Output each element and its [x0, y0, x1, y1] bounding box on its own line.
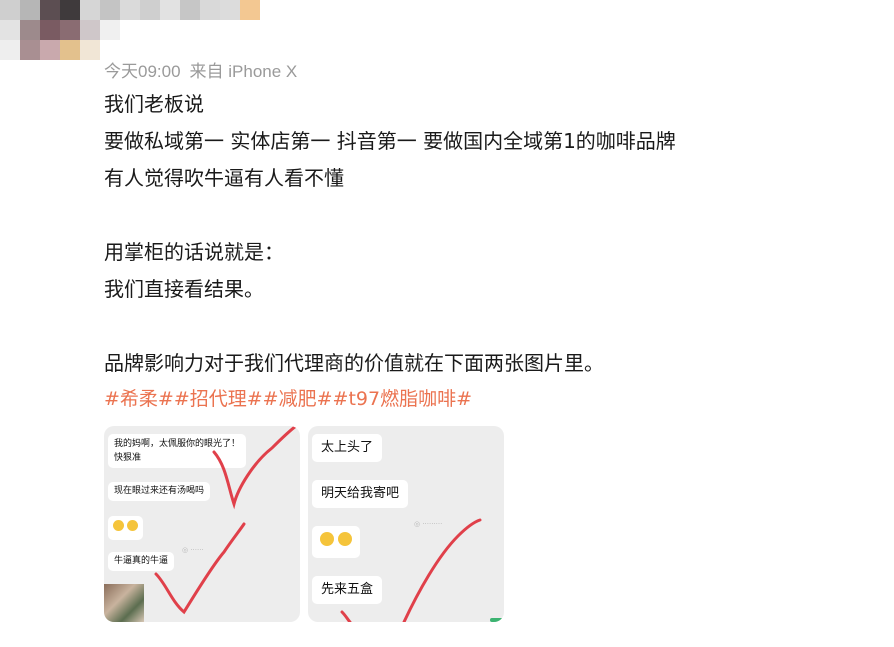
avatar-mosaic-cell — [180, 0, 200, 20]
avatar-mosaic-cell — [60, 40, 80, 60]
avatar-mosaic-cell — [120, 0, 140, 20]
body-line: 用掌柜的话说就是： — [104, 240, 284, 264]
avatar-mosaic-cell — [0, 20, 20, 40]
avatar-mosaic-cell — [240, 0, 260, 20]
red-checkmark-icon — [340, 518, 482, 622]
post-time: 今天09:00 — [104, 62, 181, 81]
body-line: 我们直接看结果。 — [104, 277, 264, 301]
avatar-mosaic-cell — [60, 0, 80, 20]
chat-screenshot-1[interactable]: 我的妈啊，太佩服你的眼光了！ 快狠准 现在眼过来还有汤喝吗 牛逼真的牛逼 ◎ ·… — [104, 426, 300, 622]
body-line: 品牌影响力对于我们代理商的价值就在下面两张图片里。 — [104, 351, 604, 375]
avatar-mosaic-cell — [20, 0, 40, 20]
body-line: 我们老板说 — [104, 92, 204, 116]
image-gallery: 我的妈啊，太佩服你的眼光了！ 快狠准 现在眼过来还有汤喝吗 牛逼真的牛逼 ◎ ·… — [104, 426, 506, 622]
avatar-mosaic-cell — [20, 40, 40, 60]
hashtag-links[interactable]: #希柔##招代理##减肥##t97燃脂咖啡# — [104, 383, 844, 415]
post-body: 我们老板说 要做私域第一 实体店第一 抖音第一 要做国内全域第1的咖啡品牌 有人… — [104, 86, 844, 415]
avatar-mosaic-cell — [60, 20, 80, 40]
avatar-mosaic-cell — [40, 20, 60, 40]
avatar-mosaic-cell — [80, 20, 100, 40]
avatar-mosaic-cell — [140, 0, 160, 20]
avatar-mosaic-cell — [0, 0, 20, 20]
body-line: 要做私域第一 实体店第一 抖音第一 要做国内全域第1的咖啡品牌 — [104, 129, 676, 153]
body-line: 有人觉得吹牛逼有人看不懂 — [104, 166, 344, 190]
avatar-mosaic-cell — [20, 20, 40, 40]
post-meta: 今天09:00 来自 iPhone X — [104, 57, 297, 82]
avatar-mosaic-cell — [80, 0, 100, 20]
avatar-mosaic-cell — [220, 0, 240, 20]
avatar-mosaic-cell — [160, 0, 180, 20]
red-checkmark-icon — [154, 426, 298, 615]
avatar-mosaic-cell — [100, 20, 120, 40]
avatar-mosaic-cell — [40, 40, 60, 60]
avatar-mosaic-cell — [200, 0, 220, 20]
avatar-mosaic-cell — [80, 40, 100, 60]
avatar-mosaic-cell — [100, 0, 120, 20]
chat-screenshot-2[interactable]: 太上头了 明天给我寄吧 先来五盒 ◎ ········· — [308, 426, 504, 622]
avatar-mosaic-cell — [40, 0, 60, 20]
post-source: 来自 iPhone X — [189, 62, 298, 81]
avatar-mosaic-cell — [0, 40, 20, 60]
green-edge-accent — [490, 618, 504, 622]
